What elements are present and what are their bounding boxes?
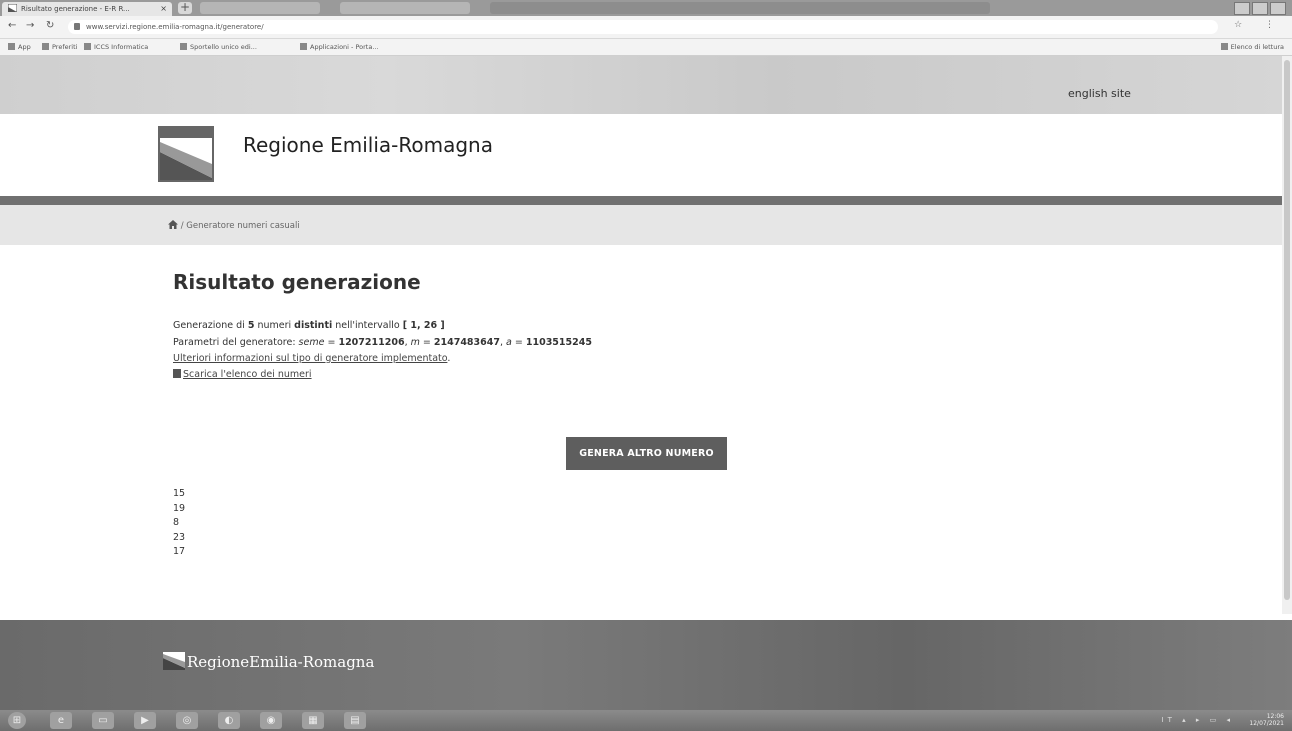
browser-tab-inactive[interactable] — [200, 2, 320, 14]
bookmark-preferiti[interactable]: Preferiti — [42, 39, 77, 55]
seed-value: 1207211206 — [338, 337, 405, 348]
footer-logo-text: RegioneEmilia-Romagna — [187, 653, 375, 671]
back-arrow-icon[interactable]: ← — [8, 20, 16, 31]
breadcrumb-separator: / — [180, 221, 184, 231]
star-icon[interactable]: ☆ ⋮ — [1234, 20, 1284, 30]
file-explorer-icon[interactable]: ▭ — [92, 712, 114, 729]
regione-flag-icon — [163, 652, 185, 670]
m-value: 2147483647 — [433, 337, 500, 348]
internet-explorer-icon[interactable]: e — [50, 712, 72, 729]
close-window-button[interactable] — [1270, 2, 1286, 15]
clock-time: 12:06 — [1266, 713, 1284, 720]
range-value: [ 1, 26 ] — [402, 320, 445, 331]
window-controls — [1232, 2, 1286, 17]
list-item: 8 — [173, 517, 180, 528]
reload-icon[interactable]: ↻ — [46, 20, 54, 31]
app-icon[interactable]: ◐ — [218, 712, 240, 729]
english-site-link[interactable]: english site — [1068, 87, 1131, 100]
breadcrumb: / Generatore numeri casuali — [168, 220, 300, 231]
browser-tab-inactive[interactable] — [340, 2, 470, 14]
bookmark-sportello[interactable]: Sportello unico edi... — [180, 39, 257, 55]
document-icon[interactable]: ▤ — [344, 712, 366, 729]
generated-numbers-list: 15 19 8 23 17 — [173, 487, 185, 560]
browser-tab-bar: Risultato generazione - E-R R... × + — [0, 0, 1292, 16]
url-text: www.servizi.regione.emilia-romagna.it/ge… — [86, 23, 264, 31]
lock-icon — [74, 23, 80, 30]
top-strip — [0, 56, 1292, 114]
address-bar-row: ← → ↻ www.servizi.regione.emilia-romagna… — [0, 16, 1292, 39]
site-icon — [300, 43, 307, 50]
download-file-icon[interactable] — [173, 369, 181, 378]
list-item: 17 — [173, 546, 186, 557]
regione-logo-icon — [160, 128, 212, 180]
browser-tab-active[interactable]: Risultato generazione - E-R R... × — [2, 2, 172, 16]
system-tray-icons[interactable]: IT ▴ ▸ ▭ ◂ — [1162, 716, 1234, 724]
a-value: 1103515245 — [525, 337, 592, 348]
page-scrollbar[interactable] — [1282, 56, 1292, 614]
new-tab-button[interactable]: + — [178, 1, 192, 14]
bookmarks-bar: App Preferiti ICCS Informatica Sportello… — [0, 39, 1292, 56]
list-item: 23 — [173, 531, 186, 543]
bookmark-iccs[interactable]: ICCS Informatica — [84, 39, 148, 55]
tray-clock[interactable]: 12:06 12/07/2021 — [1249, 713, 1284, 727]
generation-summary: Generazione di 5 numeri distinti nell'in… — [173, 320, 445, 331]
header-divider — [0, 196, 1292, 205]
distinct-label: distinti — [294, 320, 333, 331]
app-icon[interactable]: ◉ — [260, 712, 282, 729]
tab-title: Risultato generazione - E-R R... — [21, 5, 130, 13]
footer-logo[interactable]: RegioneEmilia-Romagna — [163, 652, 374, 671]
bookmark-portale[interactable]: Applicazioni - Porta... — [300, 39, 379, 55]
list-item: 19 — [173, 502, 186, 514]
reading-list-icon — [1220, 43, 1228, 50]
favicon-icon — [8, 4, 17, 12]
chrome-icon[interactable]: ◎ — [176, 712, 198, 729]
media-player-icon[interactable]: ▶ — [134, 712, 156, 729]
spreadsheet-icon[interactable]: ▦ — [302, 712, 324, 729]
start-button-icon[interactable]: ⊞ — [8, 712, 26, 729]
forward-arrow-icon[interactable]: → — [26, 20, 34, 31]
scrollbar-thumb[interactable] — [1284, 60, 1290, 600]
apps-grid-icon — [8, 43, 15, 50]
info-link-row: Ulteriori informazioni sul tipo di gener… — [173, 353, 451, 364]
generator-info-link[interactable]: Ulteriori informazioni sul tipo di gener… — [173, 353, 447, 364]
generate-another-button[interactable]: GENERA ALTRO NUMERO — [566, 437, 727, 470]
home-icon[interactable] — [168, 220, 178, 229]
generator-params: Parametri del generatore: seme = 1207211… — [173, 337, 592, 348]
download-numbers-link[interactable]: Scarica l'elenco dei numeri — [183, 369, 312, 380]
close-tab-icon[interactable]: × — [160, 2, 167, 16]
reading-list[interactable]: Elenco di lettura — [1220, 39, 1284, 55]
windows-taskbar: ⊞ e ▭ ▶ ◎ ◐ ◉ ▦ ▤ IT ▴ ▸ ▭ ◂ 12:06 12/07… — [0, 710, 1292, 731]
list-item: 15 — [173, 488, 186, 499]
bookmark-apps[interactable]: App — [8, 39, 31, 55]
regione-logo[interactable] — [158, 126, 214, 182]
site-icon — [180, 43, 187, 50]
download-row: Scarica l'elenco dei numeri — [173, 369, 312, 380]
maximize-button[interactable] — [1252, 2, 1268, 15]
browser-tab-inactive[interactable] — [490, 2, 990, 14]
folder-icon — [42, 43, 49, 50]
url-field[interactable]: www.servizi.regione.emilia-romagna.it/ge… — [68, 20, 1218, 34]
site-icon — [84, 43, 91, 50]
site-title[interactable]: Regione Emilia-Romagna — [243, 133, 493, 157]
minimize-button[interactable] — [1234, 2, 1250, 15]
clock-date: 12/07/2021 — [1249, 720, 1284, 727]
breadcrumb-current: Generatore numeri casuali — [186, 221, 300, 231]
page-title: Risultato generazione — [173, 270, 421, 294]
